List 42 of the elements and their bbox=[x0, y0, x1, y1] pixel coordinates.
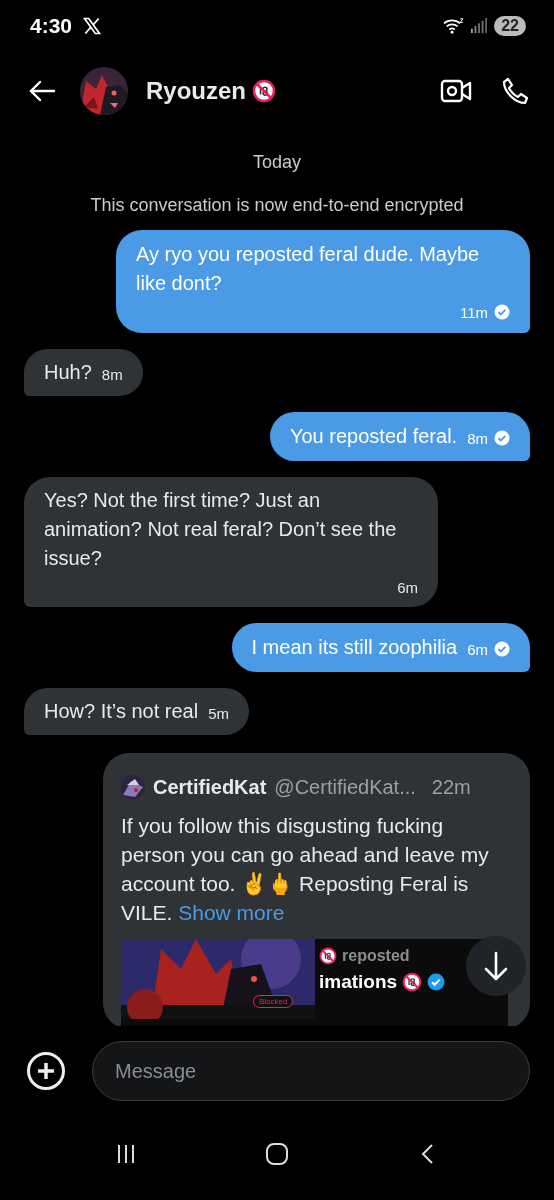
age-restriction-icon bbox=[319, 947, 337, 965]
message-text: How? It’s not real bbox=[44, 699, 199, 724]
show-more-link[interactable]: Show more bbox=[178, 901, 285, 924]
message-bubble[interactable]: Yes? Not the first time? Just an animation? Not real feral? Don’t see the issue? 6m bbox=[24, 477, 438, 607]
post-text: If you follow this disgusting fucking person you can go ahead and leave my account too. ✌🖕 Reposting Feral is VILE. Show more bbox=[121, 813, 490, 926]
timestamp: 22m bbox=[431, 775, 471, 799]
x-logo-icon bbox=[82, 16, 103, 36]
author-name: CertifiedKat bbox=[153, 775, 267, 799]
quoted-post-card[interactable]: CertifiedKat @CertifiedKat... 22m If you follow this disgusting fucking person you can go ahead and leave my account too. ✌🖕 Reposting Feral is VILE. Show more Blocked reposted imations bbox=[103, 753, 530, 1026]
date-label: Today bbox=[251, 152, 302, 173]
account-name: imations bbox=[319, 971, 398, 993]
age-restriction-icon bbox=[402, 972, 423, 992]
scroll-down-icon[interactable] bbox=[466, 936, 526, 996]
phone-icon[interactable] bbox=[500, 76, 530, 106]
repost-label: reposted bbox=[342, 947, 410, 965]
verified-icon bbox=[427, 973, 446, 991]
encryption-notice: This conversation is now end-to-end encrypted bbox=[89, 195, 465, 216]
message-field[interactable]: Message bbox=[92, 1041, 530, 1101]
blocked-badge: Blocked bbox=[253, 995, 294, 1008]
timestamp: 11m bbox=[459, 302, 488, 323]
signal-icon bbox=[470, 18, 489, 34]
clock: 4:30 bbox=[30, 14, 73, 38]
timestamp: 6m bbox=[397, 577, 418, 598]
wifi-icon bbox=[442, 17, 465, 35]
home-icon[interactable] bbox=[265, 1142, 289, 1166]
message-bubble[interactable]: How? It’s not real 5m bbox=[24, 688, 249, 735]
video-call-icon[interactable] bbox=[440, 77, 472, 105]
message-text: Huh? bbox=[44, 360, 92, 385]
battery-indicator: 22 bbox=[494, 16, 526, 36]
author-handle: @CertifiedKat... bbox=[274, 775, 416, 799]
timestamp: 8m bbox=[101, 364, 123, 385]
timestamp: 8m bbox=[467, 428, 488, 449]
timestamp: 5m bbox=[208, 703, 229, 724]
add-icon[interactable] bbox=[26, 1051, 66, 1091]
timestamp: 6m bbox=[467, 639, 488, 660]
message-text: Yes? Not the first time? Just an animation? Not real feral? Don’t see the issue? bbox=[44, 488, 398, 571]
message-text: Ay ryo you reposted feral dude. Maybe like dont? bbox=[136, 242, 481, 296]
message-bubble[interactable]: Huh? 8m bbox=[24, 349, 143, 396]
back-icon[interactable] bbox=[28, 79, 56, 103]
contact-name[interactable]: Ryouzen bbox=[146, 77, 246, 105]
message-text: You reposted feral. bbox=[290, 424, 458, 449]
message-text: I mean its still zoophilia bbox=[251, 635, 458, 660]
